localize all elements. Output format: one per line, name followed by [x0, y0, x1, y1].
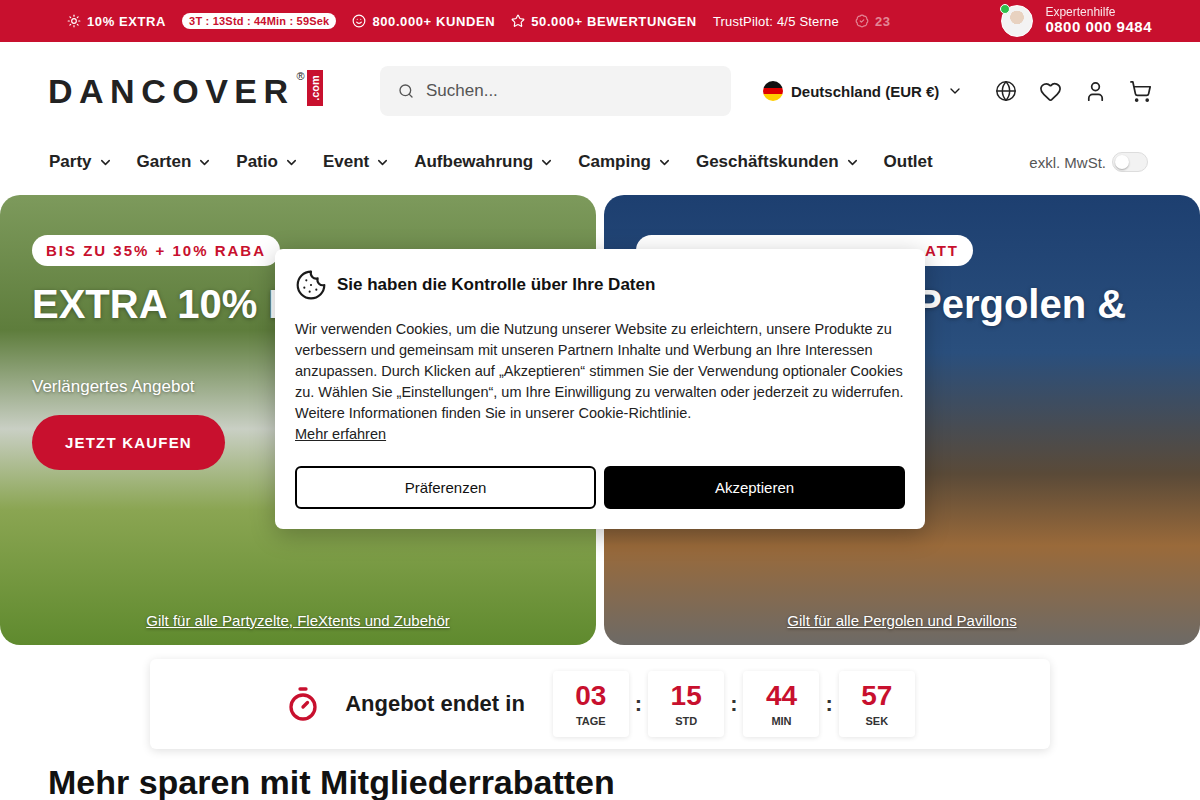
heart-icon[interactable]	[1039, 80, 1062, 103]
countdown-separator: :	[635, 691, 642, 717]
timer-icon	[285, 686, 321, 722]
header: DANCOVER®.comSuchen...Deutschland (EUR €…	[0, 42, 1200, 140]
chevron-down-icon	[947, 83, 963, 99]
page: 10% EXTRA 3T : 13Std : 44Min : 59Sek 800.0…	[0, 0, 1200, 800]
timer-pill: 3T : 13Std : 44Min : 59Sek	[182, 13, 336, 29]
countdown-units: 03 TAGE: 15 STD: 44 MIN: 57 SEK	[553, 671, 915, 737]
trustpilot: TrustPilot: 4/5 Sterne	[713, 14, 839, 29]
search-field[interactable]: Suchen...	[380, 66, 731, 116]
shop-now-button[interactable]: JETZT KAUFEN	[32, 415, 225, 470]
chevron-down-icon	[197, 155, 212, 170]
search-icon	[398, 83, 414, 99]
hero-note[interactable]: Gilt für alle Partyzelte, FleXtents und …	[146, 612, 449, 629]
expert-text: Expertenhilfe0800 000 9484	[1045, 6, 1152, 36]
logo-tag-text: .com	[309, 75, 321, 101]
countdown-separator: :	[730, 691, 737, 717]
logo-mark: ®	[297, 70, 305, 82]
countdown-unit: 03 TAGE	[553, 671, 629, 737]
star-icon	[511, 14, 525, 28]
countdown-value: 15	[671, 681, 702, 712]
countdown-unit-label: STD	[675, 715, 697, 727]
expert-avatar	[1001, 5, 1033, 37]
hero-note[interactable]: Gilt für alle Pergolen und Pavillons	[787, 612, 1016, 629]
promo: 10% EXTRA	[67, 14, 166, 29]
dialog-title-row: Sie haben die Kontrolle über Ihre Daten	[295, 269, 905, 301]
chevron-down-icon	[539, 155, 554, 170]
vat-label: exkl. MwSt.	[1029, 154, 1106, 171]
main-nav: Party Garten Patio Event Aufbewahrung Camping…	[0, 140, 1200, 184]
countdown-separator: :	[825, 691, 832, 717]
cookie-dialog: Sie haben die Kontrolle über Ihre Daten W…	[275, 249, 925, 529]
dialog-title: Sie haben die Kontrolle über Ihre Daten	[337, 275, 655, 295]
cookie-icon	[295, 269, 327, 301]
country-label: Deutschland (EUR €)	[791, 83, 939, 100]
dialog-buttons: PräferenzenAkzeptieren	[295, 466, 905, 509]
smile-icon	[352, 14, 366, 28]
chevron-down-icon	[657, 155, 672, 170]
accept-button[interactable]: Akzeptieren	[604, 466, 905, 509]
user-icon[interactable]	[1084, 80, 1107, 103]
faded-stat: 23	[855, 14, 891, 29]
header-icons	[995, 80, 1152, 103]
countdown-label: Angebot endet in	[345, 691, 525, 717]
nav-item[interactable]: Camping	[578, 152, 672, 172]
hero-badge: BIS ZU 35% + 10% RABA	[32, 235, 280, 266]
countdown-value: 44	[766, 681, 797, 712]
section-heading: Mehr sparen mit Mitgliederrabatten	[0, 763, 1200, 800]
customers-stat: 800.000+ KUNDEN	[352, 14, 495, 29]
logo-tag: .com	[307, 70, 323, 106]
expert-label: Expertenhilfe	[1045, 6, 1152, 19]
chevron-down-icon	[375, 155, 390, 170]
germany-flag-icon	[763, 81, 783, 101]
reviews-stat: 50.000+ BEWERTUNGEN	[511, 14, 697, 29]
nav-item[interactable]: Garten	[137, 152, 213, 172]
countdown: Angebot endet in 03 TAGE: 15 STD: 44 MIN: 57 SEK	[150, 659, 1050, 749]
countdown-value: 57	[861, 681, 892, 712]
countdown-unit: 44 MIN	[743, 671, 819, 737]
logo-name: DANCOVER	[48, 74, 295, 108]
online-dot	[1000, 4, 1010, 14]
top-bar-info: 10% EXTRA 3T : 13Std : 44Min : 59Sek 800.0…	[67, 13, 891, 29]
chevron-down-icon	[98, 155, 113, 170]
expert-phone[interactable]: 0800 000 9484	[1045, 19, 1152, 36]
cart-icon[interactable]	[1129, 80, 1152, 103]
nav-item[interactable]: Event	[323, 152, 390, 172]
switch-knob	[1115, 155, 1129, 169]
chevron-down-icon	[284, 155, 299, 170]
countdown-value: 03	[575, 681, 606, 712]
countdown-unit-label: MIN	[771, 715, 791, 727]
nav-item[interactable]: Outlet	[884, 152, 933, 172]
learn-more-link[interactable]: Mehr erfahren	[295, 424, 386, 445]
preferences-button[interactable]: Präferenzen	[295, 466, 596, 509]
badge-check-icon	[855, 14, 869, 28]
countdown-unit: 57 SEK	[839, 671, 915, 737]
nav-item[interactable]: Party	[49, 152, 113, 172]
globe-icon[interactable]	[995, 80, 1017, 102]
vat-toggle[interactable]: exkl. MwSt.	[1029, 152, 1148, 172]
nav-item[interactable]: Geschäftskunden	[696, 152, 860, 172]
chevron-down-icon	[845, 155, 860, 170]
top-bar: 10% EXTRA 3T : 13Std : 44Min : 59Sek 800.0…	[0, 0, 1200, 42]
countdown-unit-label: TAGE	[576, 715, 606, 727]
countdown-unit: 15 STD	[648, 671, 724, 737]
country-selector[interactable]: Deutschland (EUR €)	[763, 81, 963, 101]
sun-icon	[67, 14, 81, 28]
logo[interactable]: DANCOVER®.com	[48, 74, 350, 108]
search-placeholder: Suchen...	[426, 81, 498, 101]
hero-heading: Pergolen &	[915, 282, 1168, 327]
vat-switch[interactable]	[1112, 152, 1148, 172]
nav-item[interactable]: Aufbewahrung	[414, 152, 554, 172]
dialog-body: Wir verwenden Cookies, um die Nutzung un…	[295, 319, 905, 424]
nav-item[interactable]: Patio	[236, 152, 299, 172]
expert-help[interactable]: Expertenhilfe0800 000 9484	[1001, 5, 1152, 37]
countdown-unit-label: SEK	[866, 715, 889, 727]
